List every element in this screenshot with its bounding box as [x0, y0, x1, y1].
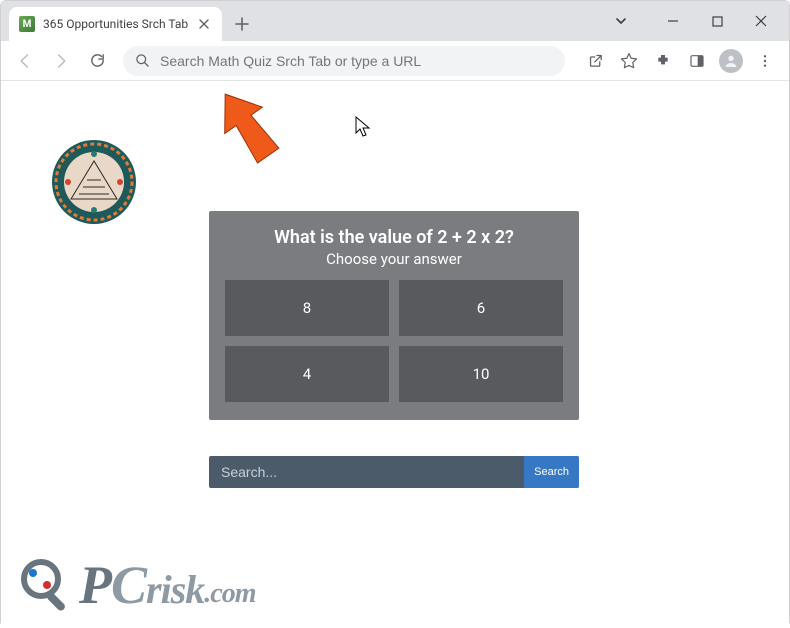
- tab-favicon: M: [19, 16, 35, 32]
- search-icon: [135, 53, 150, 68]
- quiz-question: What is the value of 2 + 2 x 2?: [225, 227, 563, 248]
- tab-close-button[interactable]: [196, 16, 212, 32]
- window-close-button[interactable]: [739, 6, 783, 36]
- site-logo: [51, 139, 137, 225]
- tab-title: 365 Opportunities Srch Tab: [43, 17, 188, 31]
- page-search-button[interactable]: Search: [524, 456, 579, 488]
- quiz-card: What is the value of 2 + 2 x 2? Choose y…: [209, 211, 579, 420]
- quiz-answers: 8 6 4 10: [225, 280, 563, 402]
- page-content: What is the value of 2 + 2 x 2? Choose y…: [1, 81, 789, 628]
- forward-button[interactable]: [45, 45, 77, 77]
- page-search-input[interactable]: [209, 464, 524, 480]
- mouse-cursor-icon: [355, 116, 371, 142]
- window-maximize-button[interactable]: [695, 6, 739, 36]
- address-bar[interactable]: [123, 46, 565, 76]
- window-minimize-button[interactable]: [651, 6, 695, 36]
- reload-button[interactable]: [81, 45, 113, 77]
- watermark-text: P C risk .com: [79, 554, 256, 616]
- window-controls: [609, 1, 783, 41]
- tab-search-dropdown[interactable]: [609, 9, 633, 33]
- watermark-com: .com: [204, 578, 255, 610]
- titlebar: M 365 Opportunities Srch Tab: [1, 1, 789, 41]
- page-search-bar: Search: [209, 456, 579, 488]
- back-button[interactable]: [9, 45, 41, 77]
- quiz-answer-3[interactable]: 10: [399, 346, 563, 402]
- bookmark-button[interactable]: [613, 45, 645, 77]
- profile-button[interactable]: [715, 45, 747, 77]
- quiz-answer-0[interactable]: 8: [225, 280, 389, 336]
- new-tab-button[interactable]: [228, 10, 256, 38]
- quiz-answer-1[interactable]: 6: [399, 280, 563, 336]
- quiz-subtitle: Choose your answer: [225, 250, 563, 268]
- watermark-risk: risk: [146, 566, 204, 613]
- omnibox-input[interactable]: [160, 53, 553, 69]
- watermark-logo-icon: [19, 557, 75, 613]
- avatar-icon: [719, 49, 743, 73]
- watermark: P C risk .com: [19, 554, 256, 616]
- watermark-c: C: [111, 554, 146, 616]
- browser-toolbar: [1, 41, 789, 81]
- share-button[interactable]: [579, 45, 611, 77]
- watermark-p: P: [79, 554, 111, 616]
- side-panel-button[interactable]: [681, 45, 713, 77]
- highlight-arrow-icon: [216, 86, 276, 166]
- quiz-answer-2[interactable]: 4: [225, 346, 389, 402]
- menu-button[interactable]: [749, 45, 781, 77]
- browser-tab[interactable]: M 365 Opportunities Srch Tab: [9, 7, 222, 41]
- extensions-button[interactable]: [647, 45, 679, 77]
